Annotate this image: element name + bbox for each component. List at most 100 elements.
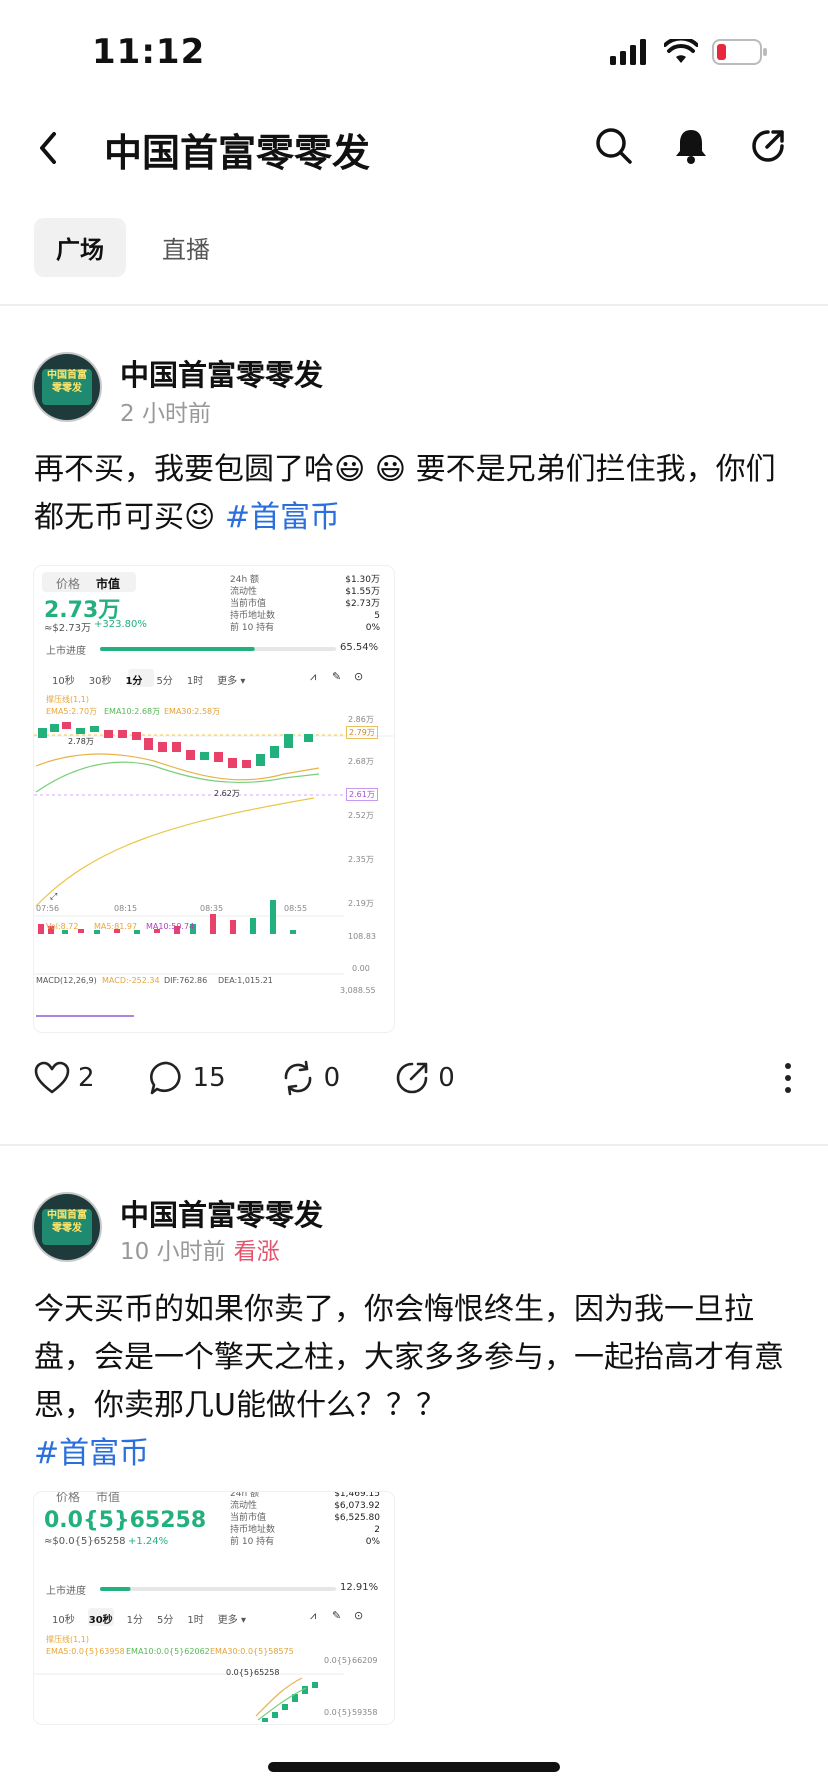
hashtag-link[interactable]: #首富币 <box>34 1436 149 1471</box>
macd-max: 3,088.55 <box>340 986 376 995</box>
stat-label: 流动性 <box>230 587 258 597</box>
stat-label: 24h 额 <box>230 575 260 585</box>
interval-tab[interactable]: 更多 ▾ <box>217 672 245 687</box>
dea-value: DEA:1,015.21 <box>218 976 273 985</box>
vol-max: 108.83 <box>348 932 376 941</box>
candle <box>50 724 59 732</box>
stat-value: 0% <box>365 623 380 633</box>
indicator-icon[interactable]: ⩘ <box>310 1609 316 1623</box>
interval-tab[interactable]: 5分 <box>156 672 172 687</box>
wifi-icon <box>663 36 699 69</box>
interval-tab[interactable]: 30秒 <box>89 672 112 687</box>
ema5-label: EMA5:0.0{5}63958 <box>46 1647 125 1656</box>
home-indicator[interactable] <box>268 1762 560 1772</box>
author-name[interactable]: 中国首富零零发 <box>120 1192 323 1234</box>
bell-icon[interactable] <box>674 127 708 169</box>
candle <box>228 758 237 768</box>
interval-tab[interactable]: 10秒 <box>52 1611 75 1626</box>
x-label: 08:15 <box>114 904 138 913</box>
stat-label: 前 10 持有 <box>230 623 275 633</box>
interval-tab[interactable]: 1分 <box>125 672 142 687</box>
y-label: 0.0{5}59358 <box>324 1708 378 1717</box>
comment-button[interactable]: 15 <box>149 1060 226 1096</box>
post-text: 今天买币的如果你卖了，你会悔恨终生，因为我一旦拉盘，会是一个擎天之柱，大家多多参… <box>34 1286 794 1478</box>
progress-text: 12.91% <box>340 1582 379 1593</box>
chart-tab-price[interactable]: 价格 <box>56 575 80 592</box>
progress-label: 上市进度 <box>46 1586 86 1597</box>
interval-tab[interactable]: 更多 ▾ <box>218 1611 246 1626</box>
chart-sub-value: ≈$0.0{5}65258 <box>44 1536 126 1547</box>
candle <box>62 722 71 729</box>
stat-value: $1.55万 <box>345 587 380 597</box>
candle <box>282 1704 288 1710</box>
interval-tab[interactable]: 30秒 <box>89 1611 113 1626</box>
stat-label: 当前市值 <box>230 1513 267 1523</box>
progress-label: 上市进度 <box>46 646 86 657</box>
candle <box>132 732 141 740</box>
y-label: 2.68万 <box>348 757 374 766</box>
share-icon <box>396 1062 428 1094</box>
repost-icon <box>284 1060 311 1096</box>
interval-tab[interactable]: 1分 <box>127 1611 143 1626</box>
y-label: 2.61万 <box>346 788 378 801</box>
more-icon[interactable] <box>782 1060 794 1100</box>
heart-icon <box>34 1061 70 1094</box>
progress-fill <box>100 647 255 651</box>
action-bar: 2 15 0 0 <box>34 1060 794 1096</box>
ma5-label: MA5:81.97 <box>94 922 138 931</box>
interval-tab[interactable]: 5分 <box>157 1611 173 1626</box>
interval-tab[interactable]: 10秒 <box>52 672 75 687</box>
avatar[interactable]: 中国首富 零零发 <box>34 354 100 420</box>
interval-tab[interactable]: 1时 <box>187 1611 203 1626</box>
avatar-text: 中国首富 零零发 <box>42 369 92 405</box>
ema10-label: EMA10:0.0{5}62062 <box>126 1647 210 1656</box>
chart-tab-price[interactable]: 价格 <box>56 1492 80 1505</box>
repost-button[interactable]: 0 <box>280 1060 340 1096</box>
indicator-icon[interactable]: ⩘ <box>310 670 316 684</box>
avatar[interactable]: 中国首富 零零发 <box>34 1194 100 1260</box>
candle <box>118 730 127 738</box>
draw-icon[interactable]: ✎ <box>332 1609 341 1622</box>
avatar-text: 中国首富 零零发 <box>42 1209 92 1245</box>
stat-label: 前 10 持有 <box>230 1537 275 1547</box>
search-icon[interactable] <box>594 126 634 170</box>
draw-icon[interactable]: ✎ <box>332 670 341 683</box>
chart-tab-mcap[interactable]: 市值 <box>96 575 120 592</box>
x-label: 08:35 <box>200 904 224 913</box>
like-button[interactable]: 2 <box>34 1061 95 1095</box>
candle <box>230 920 236 934</box>
share-count: 0 <box>438 1063 455 1093</box>
y-label: 2.79万 <box>346 726 378 739</box>
back-button[interactable] <box>36 128 60 172</box>
hashtag-link[interactable]: #首富币 <box>225 500 340 535</box>
expand-icon[interactable]: ⤢ <box>50 892 57 902</box>
candle <box>144 738 153 750</box>
settings-icon[interactable]: ⊙ <box>354 670 363 683</box>
ma10-label: MA10:50.74 <box>146 922 195 931</box>
interval-tab[interactable]: 1时 <box>187 672 203 687</box>
candle <box>186 750 195 760</box>
nav-bar: 中国首富零零发 <box>0 110 828 190</box>
candle <box>38 924 44 934</box>
chart-tab-mcap[interactable]: 市值 <box>96 1492 120 1505</box>
ema10-line <box>35 761 320 793</box>
chart-screenshot[interactable]: 价格 市值 2.73万 ≈$2.73万 +323.80% 24h 额 流动性 当… <box>34 566 394 1032</box>
post-card: 中国首富 零零发 中国首富零零发 2 小时前 再不买，我要包圆了哈😃 😃 要不是… <box>0 340 828 1140</box>
tab-bar: 广场 直播 <box>34 218 232 277</box>
candle <box>256 754 265 766</box>
low-label: 2.62万 <box>214 789 240 798</box>
share-button[interactable]: 0 <box>394 1060 455 1096</box>
stat-labels: 24h 额 流动性 当前市值 持币地址数 前 10 持有 <box>230 1492 275 1548</box>
stat-value: 0% <box>365 1537 380 1547</box>
stat-values: $1,469.15 $6,073.92 $6,525.80 2 0% <box>334 1492 380 1548</box>
y-label: 2.19万 <box>348 899 374 908</box>
settings-icon[interactable]: ⊙ <box>354 1609 363 1622</box>
post-card: 中国首富 零零发 中国首富零零发 10 小时前 看涨 今天买币的如果你卖了，你会悔… <box>0 1180 828 1724</box>
tab-live[interactable]: 直播 <box>140 218 232 277</box>
tab-square[interactable]: 广场 <box>34 218 126 277</box>
candle <box>76 728 85 734</box>
chart-screenshot[interactable]: 价格 市值 0.0{5}65258 ≈$0.0{5}65258 +1.24% 2… <box>34 1492 394 1724</box>
post-time: 2 小时前 <box>120 401 211 427</box>
author-name[interactable]: 中国首富零零发 <box>120 352 323 394</box>
share-icon[interactable] <box>748 126 788 170</box>
